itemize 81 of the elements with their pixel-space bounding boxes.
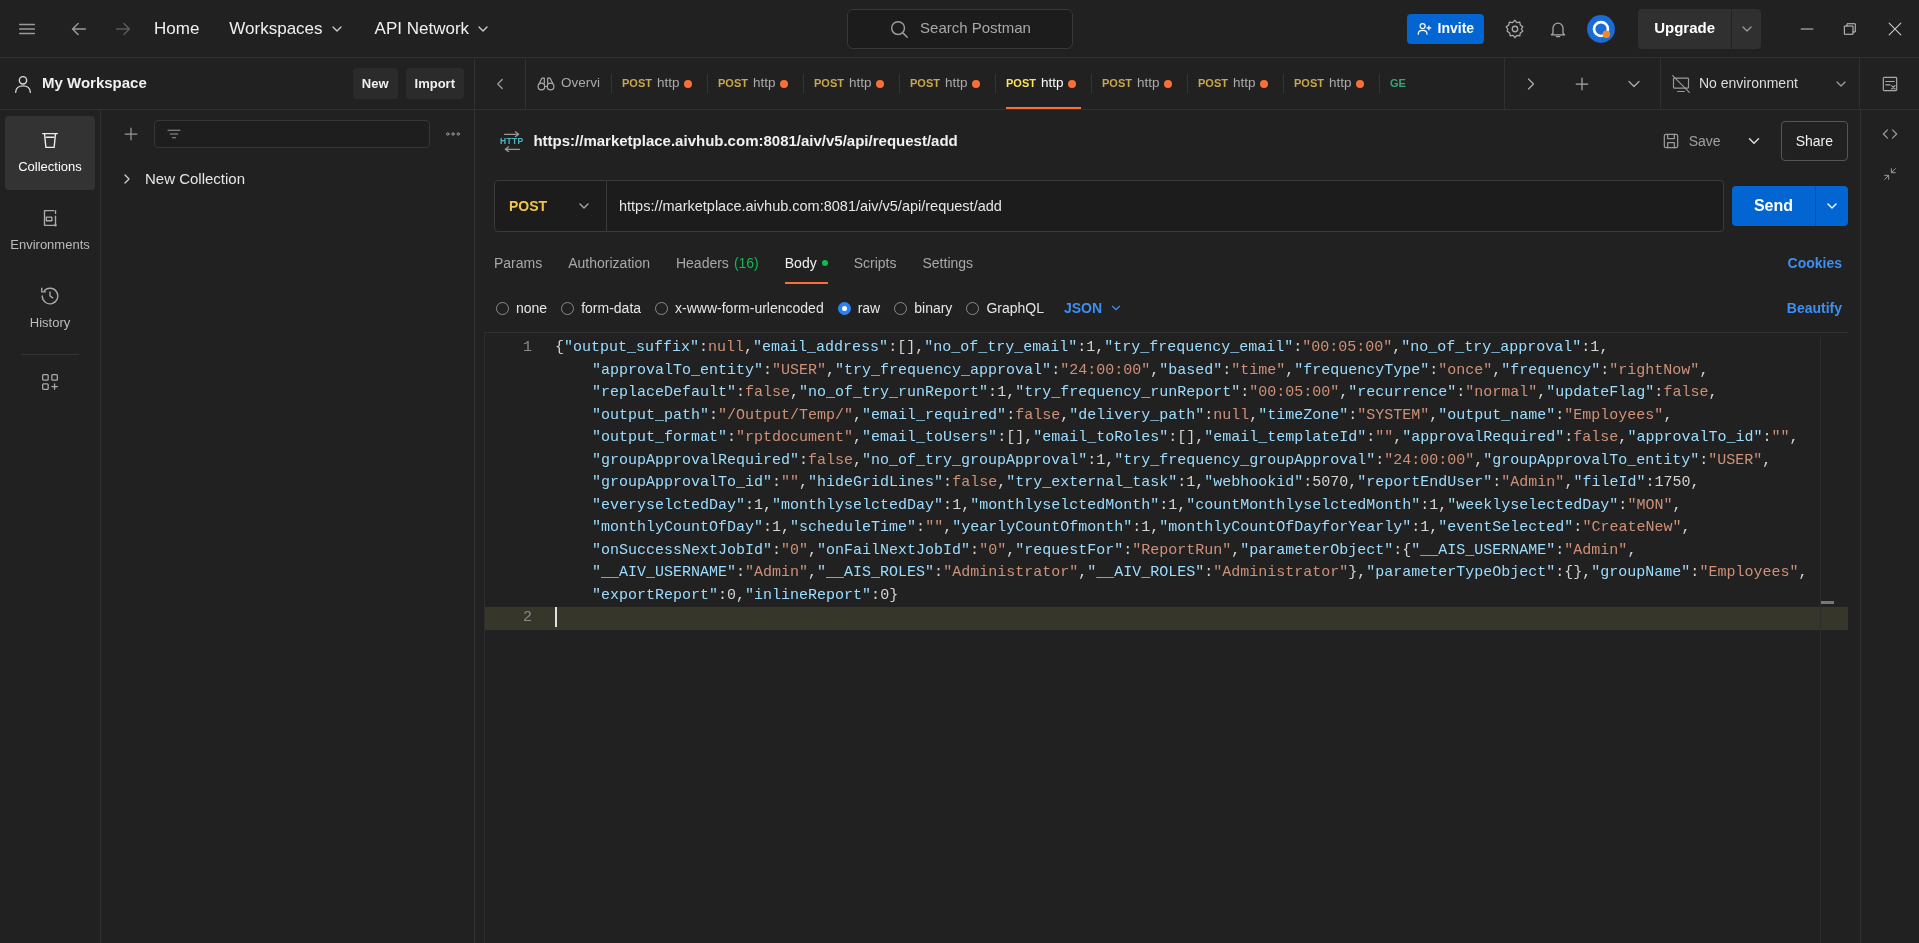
nav-link[interactable]: Home	[154, 15, 200, 42]
crossed-monitor-icon	[1671, 73, 1691, 94]
method-label: GE	[1390, 76, 1406, 92]
new-button[interactable]: New	[352, 67, 398, 100]
radio-label[interactable]: x-www-form-urlencoded	[675, 297, 824, 319]
radio-label[interactable]: raw	[857, 297, 881, 319]
nav-link[interactable]: Workspaces	[229, 15, 345, 42]
code-line: "__AIV_USERNAME":"Admin","__AIS_ROLES":"Administrator","__AIV_ROLES":"Administrator"},"parameterTypeObject":{},"groupName":"Employees",	[592, 563, 1808, 583]
code-line: "groupApprovalRequired":false,"no_of_try_groupApproval":1,"try_frequency_groupApproval":"24:00:00","groupApprovalTo_entity":"USER",	[592, 450, 1772, 471]
request-tab[interactable]: Overvi	[526, 58, 611, 109]
code-line: {"output_suffix":null,"email_address":[],"no_of_try_email":1,"try_frequency_email":"00:05:00","no_of_try_approval":1,	[555, 338, 1609, 358]
code-editor[interactable]	[484, 332, 1848, 943]
request-tab[interactable]: POST http	[1092, 58, 1187, 109]
filter-field[interactable]	[153, 120, 430, 148]
code-line: "exportReport":0,"inlineReport":0}	[592, 585, 899, 606]
text-cursor	[555, 607, 557, 628]
workspace-name: My Workspace	[42, 73, 148, 94]
search-field[interactable]: Search Postman	[846, 8, 1073, 49]
method-label: POST	[910, 76, 940, 92]
code-line: "onSuccessNextJobId":"0","onFailNextJobId":"0","requestFor":"ReportRun","parameterObject":{"__AIS_USERNAME":"Admin",	[592, 540, 1637, 561]
beautify-link[interactable]: Beautify	[1780, 296, 1848, 320]
request-section-tab[interactable]: Authorization	[568, 242, 663, 284]
avatar-icon[interactable]	[1586, 13, 1617, 44]
protocol-label: HTTP	[500, 136, 524, 146]
method-label: POST	[1006, 76, 1036, 92]
request-section-tab[interactable]: Scripts	[853, 242, 910, 284]
request-title: https://marketplace.aivhub.com:8081/aiv/v5/api/request/add	[533, 130, 959, 151]
save-button[interactable]: Save	[1654, 129, 1727, 153]
code-line: "replaceDefault":false,"no_of_try_runReport":1,"try_frequency_runReport":"00:05:00","recurrence":"normal","updateFlag":false,	[592, 383, 1718, 403]
method-label: POST	[814, 76, 844, 92]
sidebar-tab[interactable]: Collections	[5, 116, 95, 190]
request-section-tab[interactable]: Settings	[922, 242, 987, 284]
radio-label[interactable]: none	[516, 297, 548, 319]
code-line: "everyselctedDay":1,"monthlyselctedDay":1,"monthlyselctedMonth":1,"countMonthlyselctedMonth":1,"weeklyselectedDay":"MON",	[592, 495, 1682, 516]
user-plus-icon	[1416, 21, 1432, 36]
tree-item[interactable]: New Collection	[113, 160, 252, 199]
code-line: "output_path":"/Output/Temp/","email_required":false,"delivery_path":null,"timeZone":"SYSTEM","output_name":"Employees",	[592, 405, 1673, 426]
request-tab[interactable]: POST http	[804, 58, 899, 109]
request-tab[interactable]: POST http	[900, 58, 995, 109]
cookies-link[interactable]: Cookies	[1781, 242, 1848, 284]
invite-button[interactable]: Invite	[1406, 13, 1485, 44]
radio-label[interactable]: GraphQL	[986, 297, 1044, 319]
request-tab[interactable]: GE	[1380, 58, 1408, 109]
environment-selector[interactable]: No environment	[1660, 58, 1860, 109]
send-button[interactable]: Send	[1731, 186, 1815, 226]
upgrade-button[interactable]: Upgrade	[1638, 8, 1731, 49]
request-tab[interactable]: POST http	[996, 58, 1091, 109]
send-options-button[interactable]	[1815, 186, 1848, 226]
code-line: "groupApprovalTo_id":"","hideGridLines":false,"try_external_task":1,"webhookid":5070,"reportEndUser":"Admin","fileId":1750,	[592, 473, 1700, 493]
arrow-icon	[501, 129, 522, 137]
code-line: "output_format":"rptdocument","email_toUsers":[],"email_toRoles":[],"email_templateId":"","approvalRequired":false,"approvalTo_id":"",	[592, 428, 1799, 448]
line-number: 2	[522, 608, 533, 628]
method-label: POST	[1294, 76, 1324, 92]
code-line: "monthlyCountOfDay":1,"scheduleTime":"","yearlyCountOfmonth":1,"monthlyCountOfDayforYearly":1,"eventSelected":"CreateNew",	[592, 518, 1691, 538]
request-tab[interactable]: POST http	[708, 58, 803, 109]
method-dropdown[interactable]: POST	[494, 180, 607, 232]
scrollbar-thumb[interactable]	[1821, 601, 1834, 604]
request-section-tab[interactable]: Params	[494, 242, 556, 284]
share-button[interactable]: Share	[1780, 121, 1848, 161]
request-tab[interactable]: POST http	[1284, 58, 1379, 109]
method-label: POST	[1102, 76, 1132, 92]
method-label: POST	[718, 76, 748, 92]
method-label: POST	[1198, 76, 1228, 92]
radio-label[interactable]: binary	[914, 297, 953, 319]
add-widget-icon[interactable]	[39, 371, 61, 393]
sidebar-tab[interactable]: Environments	[5, 194, 95, 268]
request-tab[interactable]: POST http	[612, 58, 707, 109]
nav-link[interactable]: API Network	[374, 15, 492, 42]
line-number: 1	[522, 338, 533, 358]
collapse-icon[interactable]	[1882, 166, 1898, 182]
import-button[interactable]: Import	[405, 67, 464, 100]
request-section-tab[interactable]: Body	[784, 242, 841, 284]
radio-label[interactable]: form-data	[581, 297, 642, 319]
request-section-tab[interactable]: Headers (16)	[675, 242, 772, 284]
language-dropdown[interactable]: JSON	[1057, 296, 1129, 320]
code-line: "approvalTo_entity":"USER","try_frequency_approval":"24:00:00","based":"time","frequencyType":"once","frequency":"rightNow",	[592, 360, 1709, 381]
request-tab[interactable]: POST http	[1188, 58, 1283, 109]
method-label: POST	[622, 76, 652, 92]
radio-button[interactable]	[837, 301, 851, 315]
sidebar-tab[interactable]: History	[5, 272, 95, 346]
url-field[interactable]: https://marketplace.aivhub.com:8081/aiv/v5/api/request/add	[607, 180, 1724, 232]
